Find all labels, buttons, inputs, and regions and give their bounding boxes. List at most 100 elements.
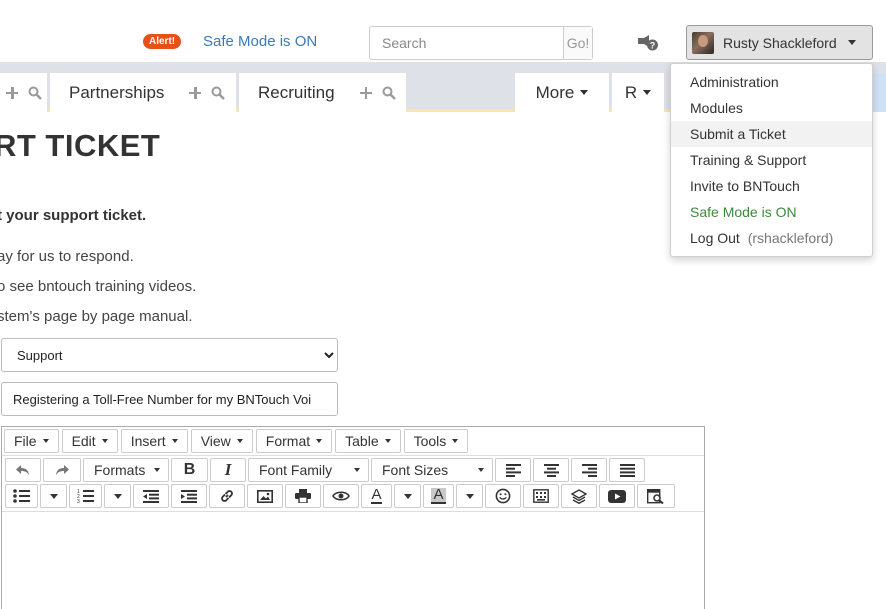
help-chat-icon[interactable]: ? bbox=[637, 34, 659, 52]
outdent-button[interactable] bbox=[133, 484, 169, 508]
intro-text: t your support ticket. bbox=[0, 207, 147, 224]
background-color-options[interactable] bbox=[456, 484, 483, 508]
tab-partnerships[interactable]: Partnerships bbox=[50, 73, 236, 112]
numbered-list-icon: 123 bbox=[77, 489, 94, 503]
numbered-list-button[interactable]: 123 bbox=[69, 484, 102, 508]
menu-item-logout[interactable]: Log Out (rshackleford) bbox=[671, 225, 872, 251]
align-center-button[interactable] bbox=[533, 458, 569, 482]
info-line[interactable]: stem's page by page manual. bbox=[0, 308, 192, 325]
chevron-down-icon bbox=[154, 468, 160, 472]
print-button[interactable] bbox=[285, 484, 321, 508]
logout-username: (rshackleford) bbox=[747, 230, 834, 246]
chevron-down-icon bbox=[171, 439, 178, 443]
search-input[interactable] bbox=[370, 27, 563, 59]
editor-menubar: File Edit Insert View Format Table Tools bbox=[2, 427, 704, 456]
search-icon[interactable] bbox=[382, 86, 396, 100]
chevron-down-icon bbox=[101, 439, 108, 443]
menu-label: View bbox=[200, 433, 231, 449]
menu-insert[interactable]: Insert bbox=[120, 429, 188, 453]
menu-item-submit-ticket[interactable]: Submit a Ticket bbox=[671, 121, 872, 147]
menu-item-invite[interactable]: Invite to BNTouch bbox=[671, 173, 872, 199]
info-line[interactable]: o see bntouch training videos. bbox=[0, 278, 196, 295]
font-color-options[interactable] bbox=[394, 484, 421, 508]
menu-edit[interactable]: Edit bbox=[61, 429, 118, 453]
menu-item-safe-mode[interactable]: Safe Mode is ON bbox=[671, 199, 872, 225]
bullet-list-options[interactable] bbox=[40, 484, 67, 508]
menu-label: Insert bbox=[130, 433, 166, 449]
menu-view[interactable]: View bbox=[190, 429, 253, 453]
search-go-button[interactable]: Go! bbox=[563, 27, 592, 59]
font-family-label: Font Family bbox=[259, 462, 333, 478]
chevron-down-icon bbox=[580, 90, 589, 95]
more-tab[interactable]: More bbox=[515, 73, 609, 112]
add-icon[interactable] bbox=[359, 86, 373, 100]
subject-input[interactable] bbox=[1, 382, 338, 416]
chevron-down-icon bbox=[384, 439, 391, 443]
formats-dropdown[interactable]: Formats bbox=[83, 458, 169, 482]
menu-label: Tools bbox=[413, 433, 447, 449]
user-menu-button[interactable]: Rusty Shackleford bbox=[686, 25, 873, 60]
menu-file[interactable]: File bbox=[4, 429, 59, 453]
align-right-icon bbox=[581, 463, 597, 477]
align-justify-icon bbox=[619, 463, 635, 477]
chevron-down-icon bbox=[403, 493, 412, 499]
chevron-down-icon bbox=[452, 439, 459, 443]
numbered-list-options[interactable] bbox=[104, 484, 131, 508]
background-color-label: A bbox=[431, 486, 446, 504]
menu-tools[interactable]: Tools bbox=[403, 429, 469, 453]
emoticons-button[interactable] bbox=[485, 484, 521, 508]
ticket-type-select[interactable]: Support bbox=[1, 338, 338, 372]
menu-table[interactable]: Table bbox=[335, 429, 401, 453]
r-tab[interactable]: R bbox=[612, 73, 664, 112]
preview-button[interactable] bbox=[323, 484, 359, 508]
chevron-down-icon bbox=[478, 468, 484, 472]
smiley-icon bbox=[495, 488, 511, 504]
editor-toolbar-row-2: 123 A A bbox=[2, 483, 704, 509]
link-button[interactable] bbox=[209, 484, 245, 508]
menu-label: Format bbox=[265, 433, 311, 449]
menu-format[interactable]: Format bbox=[255, 429, 333, 453]
background-color-button[interactable]: A bbox=[423, 484, 454, 508]
visual-chars-button[interactable] bbox=[523, 484, 559, 508]
layers-button[interactable] bbox=[561, 484, 597, 508]
chevron-down-icon bbox=[643, 90, 652, 95]
bullet-list-icon bbox=[13, 489, 30, 503]
font-family-dropdown[interactable]: Font Family bbox=[248, 458, 369, 482]
alert-badge[interactable]: Alert! bbox=[143, 34, 182, 49]
font-sizes-dropdown[interactable]: Font Sizes bbox=[371, 458, 493, 482]
chevron-down-icon bbox=[42, 439, 49, 443]
print-icon bbox=[295, 489, 311, 503]
user-dropdown-menu: Administration Modules Submit a Ticket T… bbox=[670, 63, 873, 257]
play-video-icon bbox=[608, 489, 626, 503]
menu-item-training-support[interactable]: Training & Support bbox=[671, 147, 872, 173]
menu-item-modules[interactable]: Modules bbox=[671, 95, 872, 121]
indent-button[interactable] bbox=[171, 484, 207, 508]
search-replace-button[interactable] bbox=[637, 484, 675, 508]
tab-partial-left[interactable] bbox=[0, 73, 47, 112]
menu-item-administration[interactable]: Administration bbox=[671, 69, 872, 95]
bullet-list-button[interactable] bbox=[5, 484, 38, 508]
add-icon[interactable] bbox=[5, 86, 19, 100]
editor-content-area[interactable] bbox=[2, 511, 704, 609]
redo-button[interactable] bbox=[43, 458, 81, 482]
chevron-down-icon bbox=[354, 468, 360, 472]
chevron-down-icon bbox=[49, 493, 58, 499]
chevron-down-icon bbox=[316, 439, 323, 443]
tab-recruiting[interactable]: Recruiting bbox=[239, 73, 406, 112]
align-left-button[interactable] bbox=[495, 458, 531, 482]
chevron-down-icon bbox=[847, 40, 856, 45]
align-justify-button[interactable] bbox=[609, 458, 645, 482]
search-box: Go! bbox=[369, 26, 593, 60]
undo-button[interactable] bbox=[5, 458, 41, 482]
image-button[interactable] bbox=[247, 484, 283, 508]
bold-button[interactable]: B bbox=[171, 458, 208, 482]
add-icon[interactable] bbox=[188, 86, 202, 100]
insert-video-button[interactable] bbox=[599, 484, 635, 508]
search-icon[interactable] bbox=[211, 86, 226, 100]
tab-label: Partnerships bbox=[69, 82, 165, 102]
search-icon[interactable] bbox=[28, 86, 42, 100]
safe-mode-link[interactable]: Safe Mode is ON bbox=[203, 33, 317, 50]
font-color-button[interactable]: A bbox=[361, 484, 392, 508]
align-right-button[interactable] bbox=[571, 458, 607, 482]
italic-button[interactable]: I bbox=[210, 458, 246, 482]
